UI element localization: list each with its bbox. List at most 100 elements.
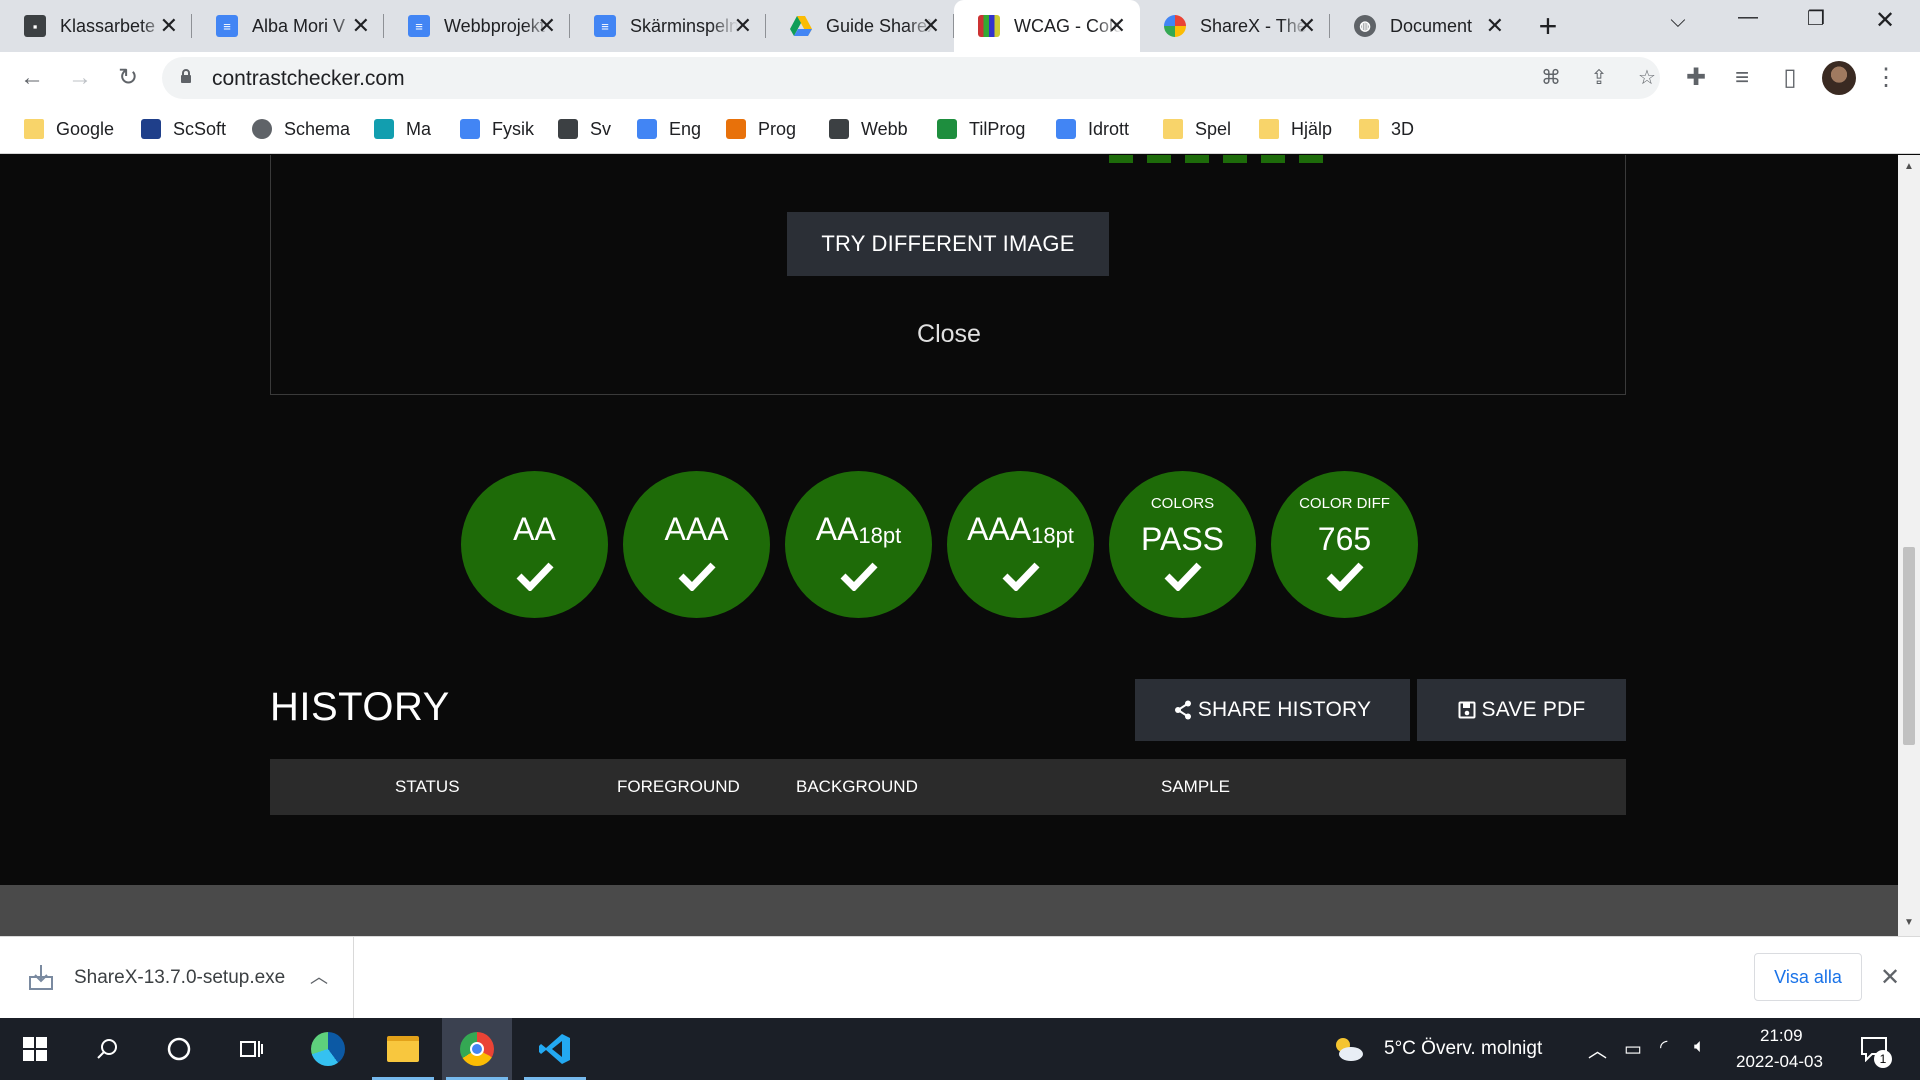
share-history-button[interactable]: SHARE HISTORY [1135,679,1410,741]
address-bar[interactable]: contrastchecker.com ⌘ ⇪ ☆ [162,57,1660,99]
tab-klassarbete[interactable]: ▪ Klassarbete ✕ [0,0,192,52]
try-different-image-button[interactable]: TRY DIFFERENT IMAGE [787,212,1109,276]
drive-icon [790,15,812,37]
page-content: TRY DIFFERENT IMAGE Close AA AAA AA18pt … [0,155,1898,936]
forward-button[interactable]: → [64,64,96,92]
side-panel-icon[interactable]: ▯ [1774,64,1806,92]
tab-webbprojekt[interactable]: ≡ Webbprojekt ✕ [384,0,570,52]
bookmark-tilprog[interactable]: TilProg [937,117,1025,141]
chevron-up-icon[interactable]: ︿ [310,963,328,989]
globe-icon: ◍ [1354,15,1376,37]
task-view-button[interactable] [216,1018,286,1080]
new-tab-button[interactable]: + [1528,8,1568,44]
history-title: HISTORY [270,685,450,729]
back-button[interactable]: ← [16,64,48,92]
tab-wcag[interactable]: WCAG - Color Contrast Checker ✕ [954,0,1140,52]
clock-time[interactable]: 21:09 [1760,1026,1803,1046]
clock-date[interactable]: 2022-04-03 [1736,1052,1823,1072]
bookmark-google[interactable]: Google [24,117,114,141]
folder-icon [1259,119,1279,139]
checkmark-icon [1326,562,1364,591]
windows-taskbar: 5°C Överv. molnigt ︿ ▭ ◜ 🔈︎ 21:09 2022-0… [0,1018,1920,1080]
color-swatches [1109,155,1323,163]
docs-icon: ≡ [216,15,238,37]
bookmark-prog[interactable]: Prog [726,117,796,141]
lock-icon [181,69,191,83]
classroom-icon [460,119,480,139]
bookmark-ma[interactable]: Ma [374,117,431,141]
close-window-button[interactable]: ✕ [1855,6,1915,35]
chevron-up-icon[interactable]: ︿ [1588,1036,1607,1063]
weather-widget[interactable] [1318,1018,1378,1080]
scroll-up-arrow[interactable]: ▲ [1903,161,1915,172]
bookmark-hjalp[interactable]: Hjälp [1259,117,1332,141]
close-tab-icon[interactable]: ✕ [922,14,940,38]
tab-skarminspelning[interactable]: ≡ Skärminspelning ✕ [570,0,766,52]
tab-document[interactable]: ◍ Document ✕ [1330,0,1518,52]
share-icon[interactable]: ⇪ [1584,65,1614,91]
reload-button[interactable]: ↻ [112,64,144,92]
close-link[interactable]: Close [271,320,1627,349]
menu-icon[interactable]: ⋮ [1870,64,1902,92]
url-text: contrastchecker.com [212,67,405,90]
close-download-bar-icon[interactable]: ✕ [1880,963,1900,992]
bookmark-webb[interactable]: Webb [829,117,908,141]
tab-search-icon[interactable]: ⌵ [1648,10,1708,33]
vscode-icon [539,1034,570,1064]
tab-title: Skärminspelning [630,15,738,36]
search-button[interactable] [72,1018,142,1080]
cortana-button[interactable] [144,1018,214,1080]
close-tab-icon[interactable]: ✕ [1298,14,1316,38]
close-tab-icon[interactable]: ✕ [160,14,178,38]
extensions-icon[interactable]: ✚ [1680,64,1712,92]
folder-icon [387,1036,419,1062]
minimize-button[interactable]: — [1718,6,1778,29]
show-all-downloads-button[interactable]: Visa alla [1754,953,1862,1001]
bookmark-fysik[interactable]: Fysik [460,117,534,141]
download-filename: ShareX-13.7.0-setup.exe [74,967,286,988]
tab-title: Klassarbete [60,15,156,36]
close-tab-icon[interactable]: ✕ [352,14,370,38]
bookmark-scsoft[interactable]: ScSoft [141,117,226,141]
task-view-icon [240,1041,263,1057]
sharex-icon [1164,15,1186,37]
classroom-icon [558,119,578,139]
close-tab-icon[interactable]: ✕ [734,14,752,38]
weather-text[interactable]: 5°C Överv. molnigt [1384,1038,1542,1060]
avatar[interactable] [1822,61,1856,95]
download-item[interactable]: ShareX-13.7.0-setup.exe ︿ [0,937,354,1019]
notification-center-button[interactable]: 1 [1844,1018,1904,1080]
classroom-icon: ▪ [24,15,46,37]
taskbar-edge[interactable] [293,1018,363,1080]
wifi-icon[interactable]: ◜ [1660,1036,1667,1059]
close-tab-icon[interactable]: ✕ [1108,14,1126,38]
taskbar-vscode[interactable] [520,1018,590,1080]
save-pdf-button[interactable]: SAVE PDF [1417,679,1626,741]
bookmark-eng[interactable]: Eng [637,117,701,141]
close-tab-icon[interactable]: ✕ [538,14,556,38]
media-control-icon[interactable]: ≡ [1726,64,1758,92]
scrollbar-thumb[interactable] [1903,547,1915,745]
cortana-icon [167,1037,191,1061]
battery-icon[interactable]: ▭ [1624,1038,1642,1061]
bookmark-spel[interactable]: Spel [1163,117,1231,141]
bookmark-star-icon[interactable]: ☆ [1632,65,1662,91]
scroll-down-arrow[interactable]: ▼ [1903,917,1915,928]
bookmark-sv[interactable]: Sv [558,117,611,141]
docs-icon: ≡ [594,15,616,37]
start-button[interactable] [0,1018,70,1080]
tab-sharex[interactable]: ShareX - The best ✕ [1140,0,1330,52]
volume-icon[interactable]: 🔈︎ [1694,1036,1705,1058]
close-tab-icon[interactable]: ✕ [1486,14,1504,38]
result-badges: AA AAA AA18pt AAA18pt COLORS PASS COLOR … [461,471,1418,618]
bookmark-3d[interactable]: 3D [1359,117,1414,141]
bookmark-idrott[interactable]: Idrott [1056,117,1129,141]
bookmark-schema[interactable]: Schema [252,117,350,141]
tab-alba-mori[interactable]: ≡ Alba Mori V ✕ [192,0,384,52]
restore-button[interactable]: ❐ [1786,6,1846,31]
taskbar-chrome[interactable] [442,1018,512,1080]
page-scrollbar[interactable]: ▲ ▼ [1898,155,1920,936]
translate-icon[interactable]: ⌘ [1536,65,1566,91]
taskbar-file-explorer[interactable] [368,1018,438,1080]
tab-guide-sharex[interactable]: Guide ShareX ✕ [766,0,954,52]
